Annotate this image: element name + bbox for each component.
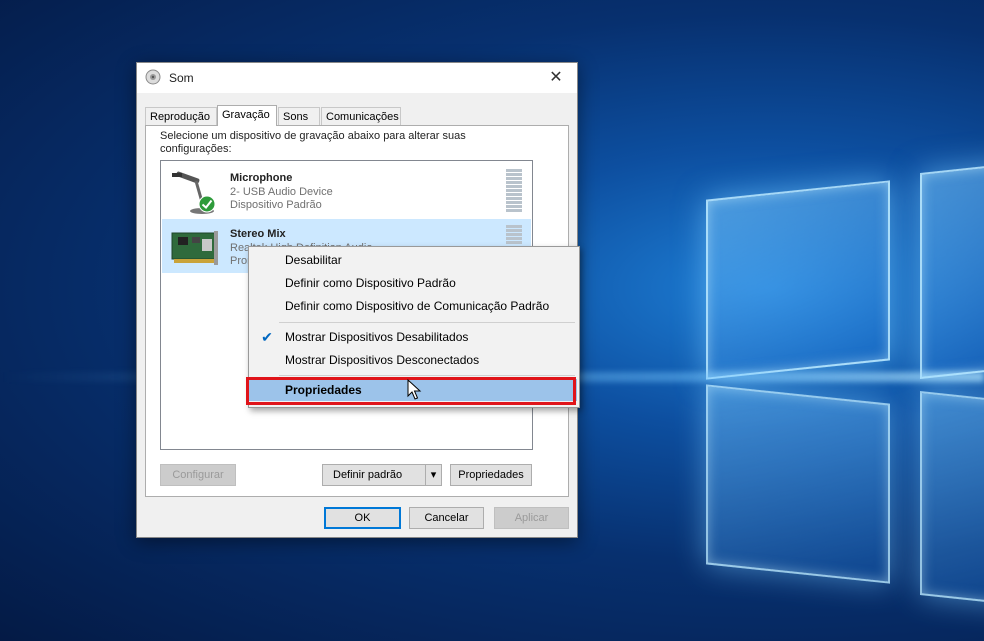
windows-logo-reflection xyxy=(706,384,890,584)
menu-item-set-default-communication[interactable]: Definir como Dispositivo de Comunicação … xyxy=(249,295,577,317)
default-check-icon xyxy=(198,195,216,213)
windows-logo-pane xyxy=(920,163,984,379)
windows-logo-pane xyxy=(706,180,890,380)
configure-button[interactable]: Configurar xyxy=(160,464,236,486)
menu-item-label: Definir como Dispositivo Padrão xyxy=(285,276,456,290)
menu-item-show-disconnected[interactable]: Mostrar Dispositivos Desconectados xyxy=(249,349,577,371)
cancel-button[interactable]: Cancelar xyxy=(409,507,484,529)
title-bar[interactable]: Som ✕ xyxy=(137,63,577,93)
menu-item-show-disabled[interactable]: ✔ Mostrar Dispositivos Desabilitados xyxy=(249,326,577,348)
properties-button[interactable]: Propriedades xyxy=(450,464,532,486)
sound-card-icon xyxy=(171,231,218,265)
menu-item-disable[interactable]: Desabilitar xyxy=(249,249,577,271)
device-name: Stereo Mix xyxy=(230,228,286,240)
menu-item-label: Mostrar Dispositivos Desabilitados xyxy=(285,330,469,344)
device-description: 2- USB Audio Device xyxy=(230,186,333,198)
dialog-title: Som xyxy=(169,71,194,85)
menu-separator xyxy=(279,322,575,323)
tab-comunicacoes[interactable]: Comunicações xyxy=(321,107,401,125)
device-status: Dispositivo Padrão xyxy=(230,199,322,211)
menu-item-label: Desabilitar xyxy=(285,253,342,267)
device-microphone[interactable]: Microphone 2- USB Audio Device Dispositi… xyxy=(162,163,531,217)
mouse-cursor-icon xyxy=(407,379,422,400)
menu-separator xyxy=(279,375,575,376)
menu-item-label: Mostrar Dispositivos Desconectados xyxy=(285,353,480,367)
tab-gravacao[interactable]: Gravação xyxy=(217,105,277,126)
level-meter xyxy=(506,169,522,213)
tab-reproducao[interactable]: Reprodução xyxy=(145,107,217,125)
menu-item-label: Definir como Dispositivo de Comunicação … xyxy=(285,299,550,313)
apply-button[interactable]: Aplicar xyxy=(494,507,569,529)
set-default-label: Definir padrão xyxy=(333,469,403,481)
speaker-icon xyxy=(145,69,161,85)
device-name: Microphone xyxy=(230,172,293,184)
tab-sons[interactable]: Sons xyxy=(278,107,320,125)
menu-item-set-default[interactable]: Definir como Dispositivo Padrão xyxy=(249,272,577,294)
windows-logo-reflection xyxy=(920,391,984,605)
set-default-button[interactable]: Definir padrão xyxy=(322,464,426,486)
close-button[interactable]: ✕ xyxy=(539,65,573,91)
ok-button[interactable]: OK xyxy=(324,507,401,529)
instructions-text: Selecione um dispositivo de gravação aba… xyxy=(160,130,466,155)
set-default-dropdown-arrow[interactable]: ▾ xyxy=(425,464,442,486)
checkmark-icon: ✔ xyxy=(261,329,273,345)
